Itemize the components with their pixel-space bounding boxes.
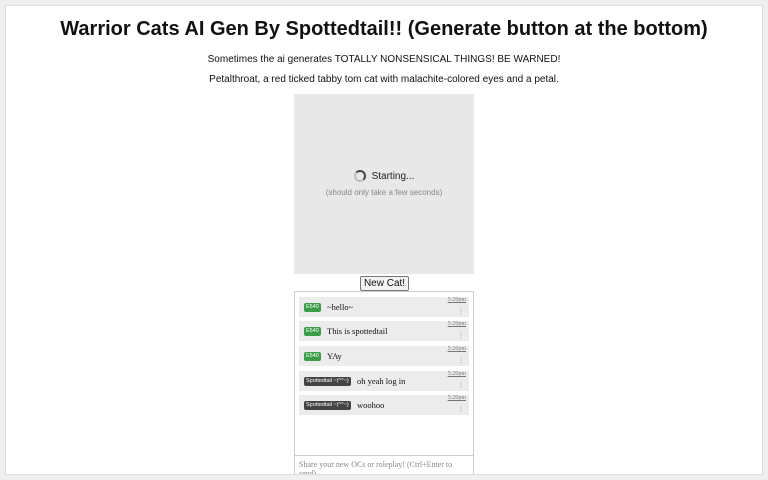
chat-username-badge[interactable]: Spottedtail ~(^^~)	[304, 401, 351, 410]
chat-message-text: YAy	[327, 351, 342, 361]
loading-status: Starting...	[294, 170, 474, 182]
chat-message: E540 YAy 5:20pm ⋮	[299, 346, 469, 366]
chat-timestamp[interactable]: 5:20pm	[448, 297, 466, 303]
chat-message-text: This is spottedtail	[327, 326, 388, 336]
chat-timestamp[interactable]: 5:20pm	[448, 321, 466, 327]
message-menu-icon[interactable]: ⋮	[458, 357, 464, 364]
message-menu-icon[interactable]: ⋮	[458, 382, 464, 389]
cat-description: Petalthroat, a red ticked tabby tom cat …	[209, 74, 559, 85]
chat-message: E540 This is spottedtail 5:20pm ⋮	[299, 321, 469, 341]
chat-username-badge[interactable]: E540	[304, 327, 321, 336]
chat-timestamp[interactable]: 5:20pm	[448, 346, 466, 352]
chat-message: Spottedtail ~(^^~) oh yeah log in 5:20pm…	[299, 371, 469, 391]
chat-panel: E540 ~hello~ 5:20pm ⋮ E540 This is spott…	[294, 291, 474, 474]
chat-message: Spottedtail ~(^^~) woohoo 5:20pm ⋮	[299, 395, 469, 415]
loading-hint: (should only take a few seconds)	[325, 188, 443, 197]
chat-username-badge[interactable]: E540	[304, 352, 321, 361]
chat-timestamp[interactable]: 5:20pm	[448, 395, 466, 401]
chat-message-text: oh yeah log in	[357, 376, 406, 386]
loading-text: Starting...	[371, 170, 415, 182]
page: Warrior Cats AI Gen By Spottedtail!! (Ge…	[5, 5, 763, 475]
warning-text: Sometimes the ai generates TOTALLY NONSE…	[207, 54, 561, 65]
spinner-icon	[353, 170, 366, 182]
page-title: Warrior Cats AI Gen By Spottedtail!! (Ge…	[60, 18, 708, 40]
message-menu-icon[interactable]: ⋮	[458, 332, 464, 339]
chat-username-badge[interactable]: Spottedtail ~(^^~)	[304, 377, 351, 386]
chat-input[interactable]: Share your new OCs or roleplay! (Ctrl+En…	[295, 455, 473, 474]
chat-message-text: woohoo	[357, 400, 385, 410]
generated-image-panel: Starting... (should only take a few seco…	[294, 94, 474, 274]
chat-username-badge[interactable]: E540	[304, 303, 321, 312]
chat-message: E540 ~hello~ 5:20pm ⋮	[299, 297, 469, 317]
new-cat-button[interactable]: New Cat!	[360, 276, 409, 291]
chat-timestamp[interactable]: 5:20pm	[448, 371, 466, 377]
message-menu-icon[interactable]: ⋮	[458, 406, 464, 413]
chat-message-text: ~hello~	[327, 302, 354, 312]
message-menu-icon[interactable]: ⋮	[458, 308, 464, 315]
